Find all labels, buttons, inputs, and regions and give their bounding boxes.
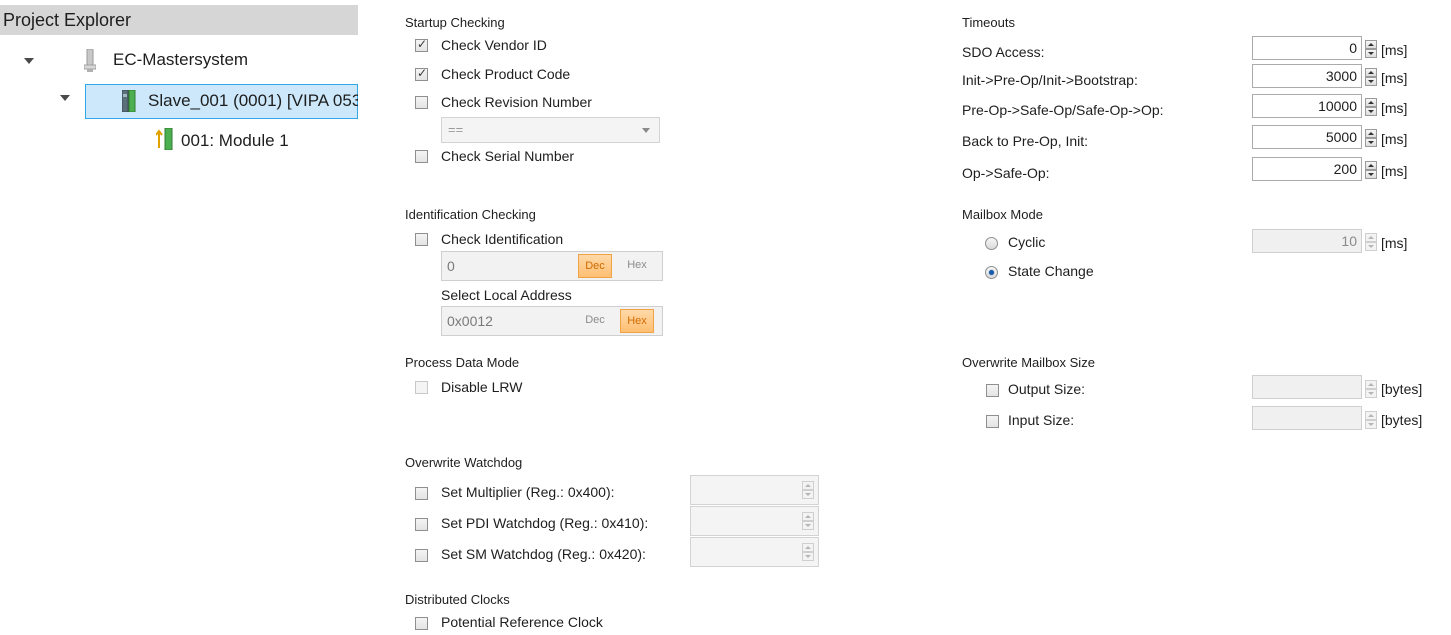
- expand-arrow-icon[interactable]: [24, 58, 34, 64]
- init-preop-unit: [ms]: [1381, 70, 1408, 86]
- output-size-spinner[interactable]: [1365, 380, 1377, 398]
- timeouts-title: Timeouts: [962, 15, 1015, 30]
- input-size-spinner[interactable]: [1365, 411, 1377, 429]
- tree-item-module[interactable]: 001: Module 1: [181, 127, 358, 155]
- disable-lrw-label: Disable LRW: [441, 379, 523, 395]
- sm-watchdog-input[interactable]: [690, 537, 819, 567]
- init-preop-label: Init->Pre-Op/Init->Bootstrap:: [962, 72, 1138, 88]
- cyclic-interval-unit: [ms]: [1381, 235, 1408, 251]
- local-address-value: 0x0012: [447, 313, 493, 329]
- identification-dec-toggle[interactable]: Dec: [578, 254, 612, 278]
- back-to-preop-spinner[interactable]: [1365, 129, 1377, 147]
- pdi-watchdog-spinner[interactable]: [802, 512, 814, 530]
- op-safeop-input[interactable]: 200: [1252, 157, 1362, 181]
- project-explorer-panel: Project Explorer EC-Mastersystem Slave_0…: [0, 0, 358, 150]
- tree-item-slave[interactable]: Slave_001 (0001) [VIPA 053-1EC00 EC-Coup…: [148, 87, 358, 115]
- set-sm-watchdog-checkbox[interactable]: [415, 549, 428, 562]
- sdo-access-label: SDO Access:: [962, 44, 1045, 60]
- identification-checking-title: Identification Checking: [405, 207, 536, 222]
- input-size-input[interactable]: [1252, 406, 1362, 430]
- local-address-dec-toggle[interactable]: Dec: [578, 309, 612, 333]
- module-icon: [156, 128, 173, 150]
- check-product-code-checkbox[interactable]: [415, 66, 428, 81]
- reference-clock-label: Potential Reference Clock: [441, 614, 603, 630]
- set-multiplier-label: Set Multiplier (Reg.: 0x400):: [441, 484, 615, 500]
- back-to-preop-label: Back to Pre-Op, Init:: [962, 133, 1089, 149]
- mailbox-mode-title: Mailbox Mode: [962, 207, 1043, 222]
- output-size-unit: [bytes]: [1381, 381, 1423, 397]
- back-to-preop-input[interactable]: 5000: [1252, 125, 1362, 149]
- tree-item-label: 001: Module 1: [181, 131, 289, 150]
- set-pdi-watchdog-checkbox[interactable]: [415, 518, 428, 531]
- identification-value-field[interactable]: 0 Dec Hex: [441, 251, 663, 281]
- local-address-field[interactable]: 0x0012 Dec Hex: [441, 306, 663, 336]
- preop-safeop-spinner[interactable]: [1365, 98, 1377, 116]
- preop-safeop-label: Pre-Op->Safe-Op/Safe-Op->Op:: [962, 102, 1164, 118]
- preop-safeop-input[interactable]: 10000: [1252, 94, 1362, 118]
- overwrite-mailbox-size-title: Overwrite Mailbox Size: [962, 355, 1095, 370]
- cyclic-radio[interactable]: [985, 237, 998, 250]
- local-address-hex-toggle[interactable]: Hex: [620, 309, 654, 333]
- chevron-down-icon: [642, 128, 650, 133]
- check-revision-checkbox[interactable]: [415, 96, 428, 109]
- check-identification-label: Check Identification: [441, 231, 564, 247]
- output-size-label: Output Size:: [1008, 381, 1086, 397]
- disable-lrw-checkbox[interactable]: [415, 381, 428, 394]
- check-vendor-id-checkbox[interactable]: [415, 37, 428, 52]
- back-to-preop-unit: [ms]: [1381, 131, 1408, 147]
- reference-clock-checkbox[interactable]: [415, 617, 428, 630]
- cyclic-interval-input[interactable]: 10: [1252, 229, 1362, 253]
- master-system-icon: [84, 49, 96, 72]
- project-explorer-title: Project Explorer: [3, 10, 132, 30]
- overwrite-watchdog-title: Overwrite Watchdog: [405, 455, 523, 470]
- tree-item-label: EC-Mastersystem: [113, 50, 249, 69]
- op-safeop-spinner[interactable]: [1365, 161, 1377, 179]
- state-change-label: State Change: [1008, 263, 1094, 279]
- identification-hex-toggle[interactable]: Hex: [620, 254, 654, 278]
- revision-operator-select[interactable]: ==: [441, 117, 660, 143]
- cyclic-interval-spinner[interactable]: [1365, 233, 1377, 251]
- set-pdi-watchdog-label: Set PDI Watchdog (Reg.: 0x410):: [441, 515, 649, 531]
- output-size-checkbox[interactable]: [986, 384, 999, 397]
- multiplier-input[interactable]: [690, 475, 819, 505]
- multiplier-spinner[interactable]: [802, 481, 814, 499]
- op-safeop-unit: [ms]: [1381, 163, 1408, 179]
- check-revision-label: Check Revision Number: [441, 94, 592, 110]
- distributed-clocks-title: Distributed Clocks: [405, 592, 510, 607]
- revision-operator-value: ==: [448, 122, 464, 137]
- check-vendor-id-label: Check Vendor ID: [441, 37, 547, 53]
- project-explorer-header: Project Explorer: [0, 5, 358, 35]
- sm-watchdog-spinner[interactable]: [802, 543, 814, 561]
- input-size-unit: [bytes]: [1381, 412, 1423, 428]
- check-serial-checkbox[interactable]: [415, 150, 428, 163]
- init-preop-input[interactable]: 3000: [1252, 64, 1362, 88]
- tree-item-label: Slave_001 (0001) [VIPA 053-1EC00 EC-Coup…: [148, 91, 358, 110]
- slave-device-icon: [122, 90, 136, 112]
- init-preop-spinner[interactable]: [1365, 68, 1377, 86]
- check-identification-checkbox[interactable]: [415, 233, 428, 246]
- tree-item-mastersystem[interactable]: EC-Mastersystem: [113, 46, 358, 74]
- input-size-checkbox[interactable]: [986, 415, 999, 428]
- set-sm-watchdog-label: Set SM Watchdog (Reg.: 0x420):: [441, 546, 646, 562]
- input-size-label: Input Size:: [1008, 412, 1075, 428]
- process-data-mode-title: Process Data Mode: [405, 355, 520, 370]
- expand-arrow-icon[interactable]: [60, 95, 70, 101]
- startup-checking-title: Startup Checking: [405, 15, 505, 30]
- select-local-address-label: Select Local Address: [441, 287, 572, 303]
- output-size-input[interactable]: [1252, 375, 1362, 399]
- state-change-radio[interactable]: [985, 266, 998, 279]
- preop-safeop-unit: [ms]: [1381, 100, 1408, 116]
- cyclic-label: Cyclic: [1008, 234, 1046, 250]
- check-serial-label: Check Serial Number: [441, 148, 575, 164]
- op-safeop-label: Op->Safe-Op:: [962, 165, 1050, 181]
- sdo-access-spinner[interactable]: [1365, 40, 1377, 58]
- set-multiplier-checkbox[interactable]: [415, 487, 428, 500]
- identification-value: 0: [447, 258, 455, 274]
- sdo-access-unit: [ms]: [1381, 42, 1408, 58]
- sdo-access-input[interactable]: 0: [1252, 36, 1362, 60]
- check-product-code-label: Check Product Code: [441, 66, 571, 82]
- pdi-watchdog-input[interactable]: [690, 506, 819, 536]
